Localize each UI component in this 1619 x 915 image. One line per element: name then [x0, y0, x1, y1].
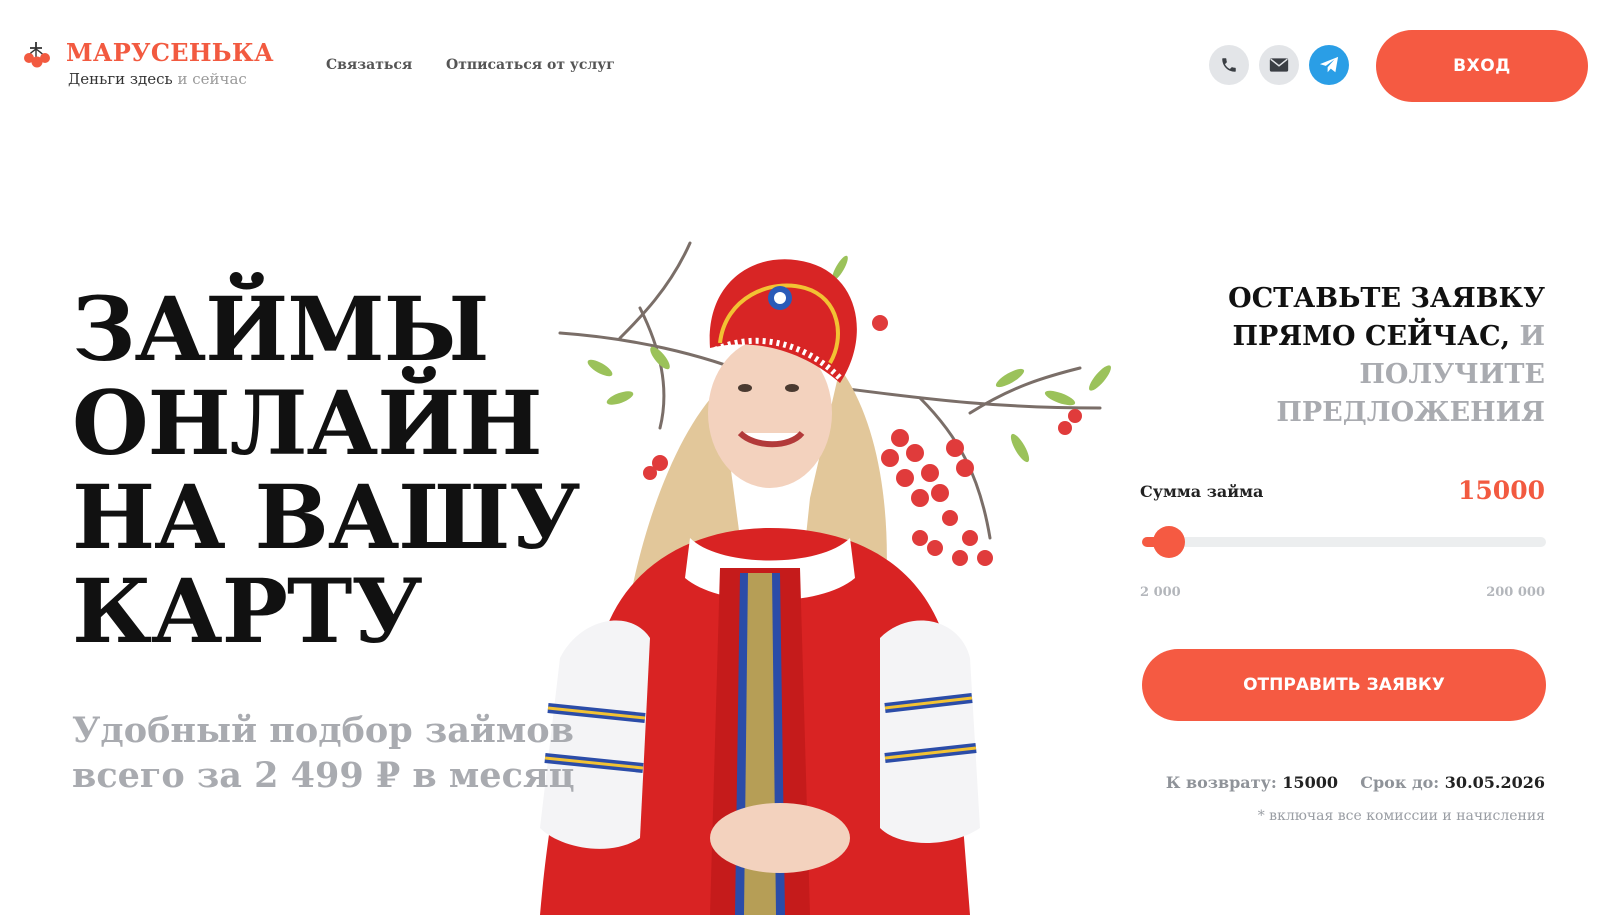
term-label: Срок до: — [1360, 773, 1440, 792]
phone-icon — [1222, 58, 1236, 72]
hero-subtitle-line: всего за 2 499 ₽ в месяц — [72, 755, 575, 796]
nav-unsubscribe-link[interactable]: Отписаться от услуг — [446, 57, 615, 73]
fees-note: * включая все комиссии и начисления — [1257, 808, 1545, 824]
form-title-grey: ПРЕДЛОЖЕНИЯ — [1276, 397, 1545, 428]
hero-subtitle: Удобный подбор займов всего за 2 499 ₽ в… — [72, 708, 672, 798]
mail-icon — [1269, 58, 1289, 72]
loan-summary: К возврату: 15000 Срок до: 30.05.2026 — [1150, 773, 1545, 792]
loan-sum-slider-track[interactable] — [1142, 537, 1546, 547]
submit-application-button[interactable]: ОТПРАВИТЬ ЗАЯВКУ — [1142, 649, 1546, 721]
term-value: 30.05.2026 — [1444, 773, 1545, 792]
girl-in-kokoshnik-illustration — [540, 241, 1111, 915]
return-label: К возврату: — [1165, 773, 1277, 792]
berries-logo-icon — [24, 42, 50, 68]
tagline-muted: и сейчас — [177, 70, 247, 88]
slider-min-label: 2 000 — [1140, 585, 1181, 600]
phone-button[interactable] — [1209, 45, 1249, 85]
brand-name: МАРУСЕНЬКА — [66, 38, 274, 67]
form-title-dark: ПРЯМО СЕЙЧАС, — [1232, 321, 1511, 352]
loan-sum-value: 15000 — [1458, 476, 1545, 505]
login-button[interactable]: ВХОД — [1376, 30, 1588, 102]
mail-button[interactable] — [1259, 45, 1299, 85]
hero-subtitle-line: Удобный подбор займов — [72, 710, 574, 751]
logo[interactable]: МАРУСЕНЬКА Деньги здесь и сейчас — [22, 38, 274, 94]
tagline: Деньги здесь и сейчас — [68, 70, 247, 88]
form-title-dark: ОСТАВЬТЕ ЗАЯВКУ — [1228, 283, 1545, 314]
loan-sum-label: Сумма займа — [1140, 482, 1264, 501]
slider-max-label: 200 000 — [1486, 585, 1545, 600]
tagline-main: Деньги здесь — [68, 70, 173, 88]
loan-sum-slider-handle[interactable] — [1152, 526, 1185, 558]
nav-contact-link[interactable]: Связаться — [326, 57, 412, 73]
return-value: 15000 — [1282, 773, 1338, 792]
form-title-grey: И — [1519, 321, 1545, 352]
telegram-button[interactable] — [1309, 45, 1349, 85]
telegram-icon — [1319, 56, 1339, 73]
form-title: ОСТАВЬТЕ ЗАЯВКУ ПРЯМО СЕЙЧАС, И ПОЛУЧИТЕ… — [1160, 280, 1545, 432]
form-title-grey: ПОЛУЧИТЕ — [1359, 359, 1545, 390]
